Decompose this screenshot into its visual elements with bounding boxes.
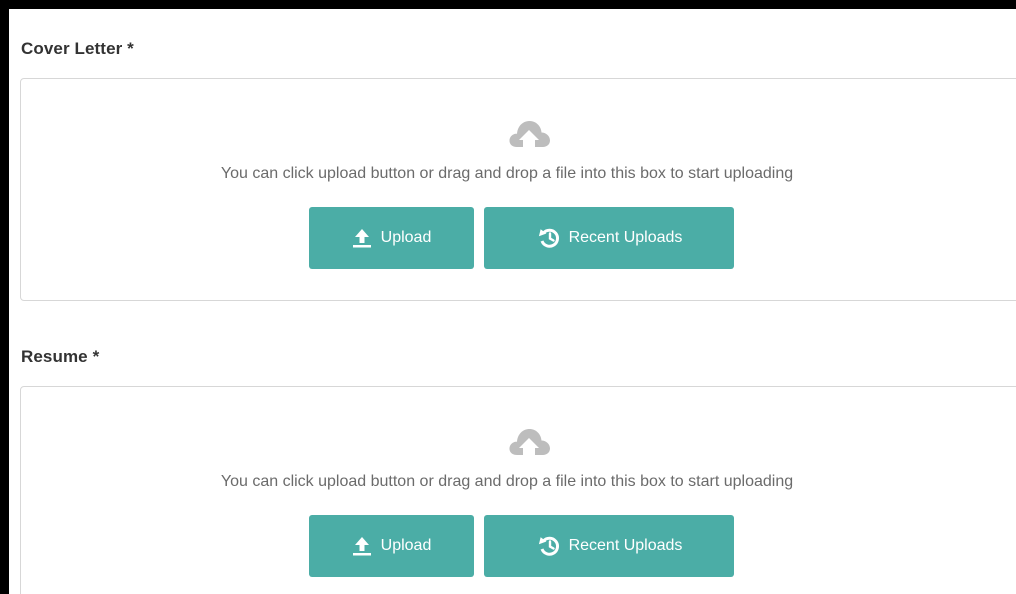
resume-hint-text: You can click upload button or drag and … <box>220 473 794 490</box>
cover-letter-hint: You can click upload button or drag and … <box>21 165 1016 183</box>
history-icon <box>536 227 560 249</box>
cover-letter-recent-label: Recent Uploads <box>568 229 683 246</box>
cover-letter-hint-text: You can click upload button or drag and … <box>220 165 794 182</box>
cloud-upload-icon <box>509 121 550 147</box>
upload-form: Cover Letter * You can click upload butt… <box>0 0 1016 594</box>
history-icon <box>536 535 560 557</box>
cover-letter-upload-label: Upload <box>380 229 432 246</box>
cover-letter-upload-button[interactable]: Upload <box>309 207 474 269</box>
resume-upload-label: Upload <box>380 537 432 554</box>
upload-arrow-icon <box>352 536 372 556</box>
cover-letter-recent-uploads-button[interactable]: Recent Uploads <box>484 207 734 269</box>
resume-recent-label: Recent Uploads <box>568 537 683 554</box>
resume-dropzone[interactable]: You can click upload button or drag and … <box>20 386 1016 594</box>
resume-upload-button[interactable]: Upload <box>309 515 474 577</box>
resume-hint: You can click upload button or drag and … <box>21 473 1016 491</box>
resume-label: Resume * <box>21 347 100 366</box>
cover-letter-label: Cover Letter * <box>21 39 134 58</box>
resume-recent-uploads-button[interactable]: Recent Uploads <box>484 515 734 577</box>
cloud-upload-icon <box>509 429 550 455</box>
upload-arrow-icon <box>352 228 372 248</box>
cover-letter-dropzone[interactable]: You can click upload button or drag and … <box>20 78 1016 301</box>
